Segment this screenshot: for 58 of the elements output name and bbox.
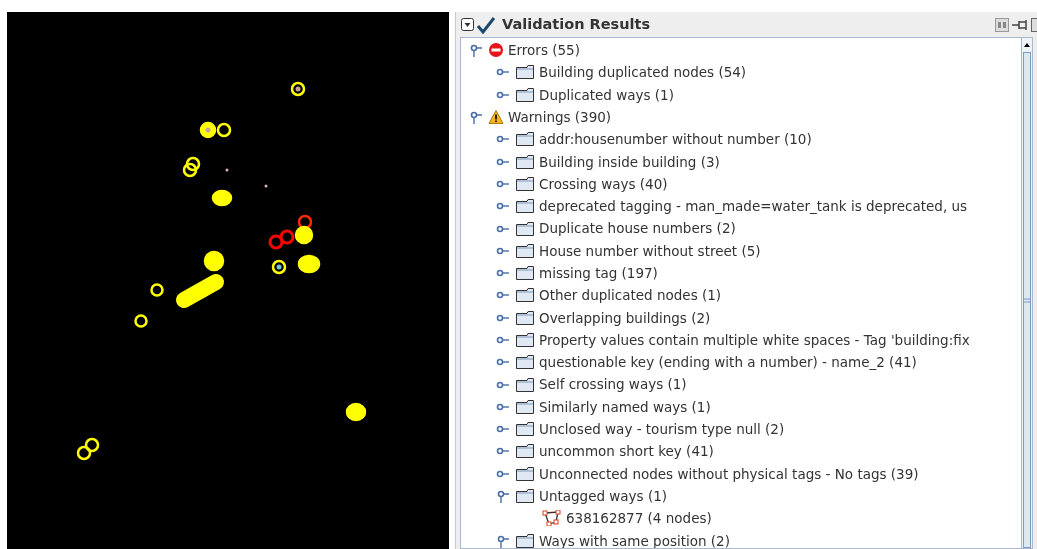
folder-icon [515, 265, 535, 282]
expanded-handle-icon[interactable] [469, 110, 483, 125]
tree-item[interactable]: addr:housenumber without number (10) [539, 129, 812, 150]
folder-icon [515, 64, 535, 81]
folder-icon [515, 86, 535, 103]
tree-item[interactable]: Property values contain multiple white spaces - Tag 'building:fix [539, 329, 970, 351]
tree-item[interactable]: Ways with same position (2) [539, 530, 730, 548]
pin-icon[interactable] [1011, 18, 1029, 31]
tree-item[interactable]: Building inside building (3) [539, 151, 720, 172]
dock-icon[interactable] [995, 17, 1009, 32]
folder-icon [515, 398, 535, 415]
tree-item[interactable]: Building duplicated nodes (54) [539, 62, 747, 83]
tree-item[interactable]: questionable key (ending with a number) - name_2 (41) [539, 352, 917, 373]
folder-icon [515, 443, 535, 460]
tree-item[interactable]: Duplicated ways (1) [539, 84, 674, 105]
error-icon [488, 42, 504, 59]
folder-icon [515, 532, 535, 548]
expanded-handle-icon[interactable] [496, 533, 510, 548]
tree-item[interactable]: Other duplicated nodes (1) [539, 285, 722, 306]
folder-icon [515, 465, 535, 482]
tree-item[interactable]: 638162877 (4 nodes) [566, 508, 712, 529]
scrollbar[interactable] [1021, 38, 1032, 548]
tree-item[interactable]: Similarly named ways (1) [539, 396, 711, 417]
tree-item[interactable]: uncommon short key (41) [539, 441, 714, 462]
folder-icon [515, 376, 535, 393]
tree-item[interactable]: Errors (55) [508, 40, 580, 61]
tree-item[interactable]: Overlapping buildings (2) [539, 307, 711, 328]
tree-item[interactable]: Warnings (390) [508, 106, 612, 128]
tree-item[interactable]: missing tag (197) [539, 263, 658, 284]
expanded-handle-icon[interactable] [469, 43, 483, 58]
folder-icon [515, 488, 535, 505]
tree-item[interactable]: Duplicate house numbers (2) [539, 218, 736, 239]
panel-title: Validation Results [502, 14, 651, 34]
warning-icon [488, 109, 504, 126]
polygon-icon [542, 510, 562, 527]
tree-item[interactable]: Unconnected nodes without physical tags - No tags (39) [539, 463, 919, 484]
folder-icon [515, 421, 535, 438]
folder-icon [515, 198, 535, 215]
tree-item[interactable]: Unclosed way - tourism type null (2) [539, 419, 785, 440]
close-icon[interactable] [1031, 17, 1037, 32]
tree-item[interactable]: Untagged ways (1) [539, 485, 668, 507]
folder-icon [515, 309, 535, 326]
folder-icon [515, 220, 535, 237]
folder-icon [515, 175, 535, 192]
folder-icon [515, 131, 535, 148]
tree-item[interactable]: House number without street (5) [539, 240, 761, 261]
scrollbar-thumb[interactable] [1023, 52, 1031, 548]
folder-icon [515, 153, 535, 170]
folder-icon [515, 332, 535, 348]
folder-icon [515, 287, 535, 304]
folder-icon [515, 242, 535, 259]
tree-item[interactable]: Crossing ways (40) [539, 173, 668, 195]
expanded-handle-icon[interactable] [496, 489, 510, 504]
folder-icon [515, 354, 535, 371]
tree-item[interactable]: Self crossing ways (1) [539, 374, 687, 395]
checkmark-icon [476, 15, 496, 34]
tree-item[interactable]: deprecated tagging - man_made=water_tank is deprecated, us [539, 196, 968, 217]
collapse-icon[interactable] [461, 18, 474, 31]
